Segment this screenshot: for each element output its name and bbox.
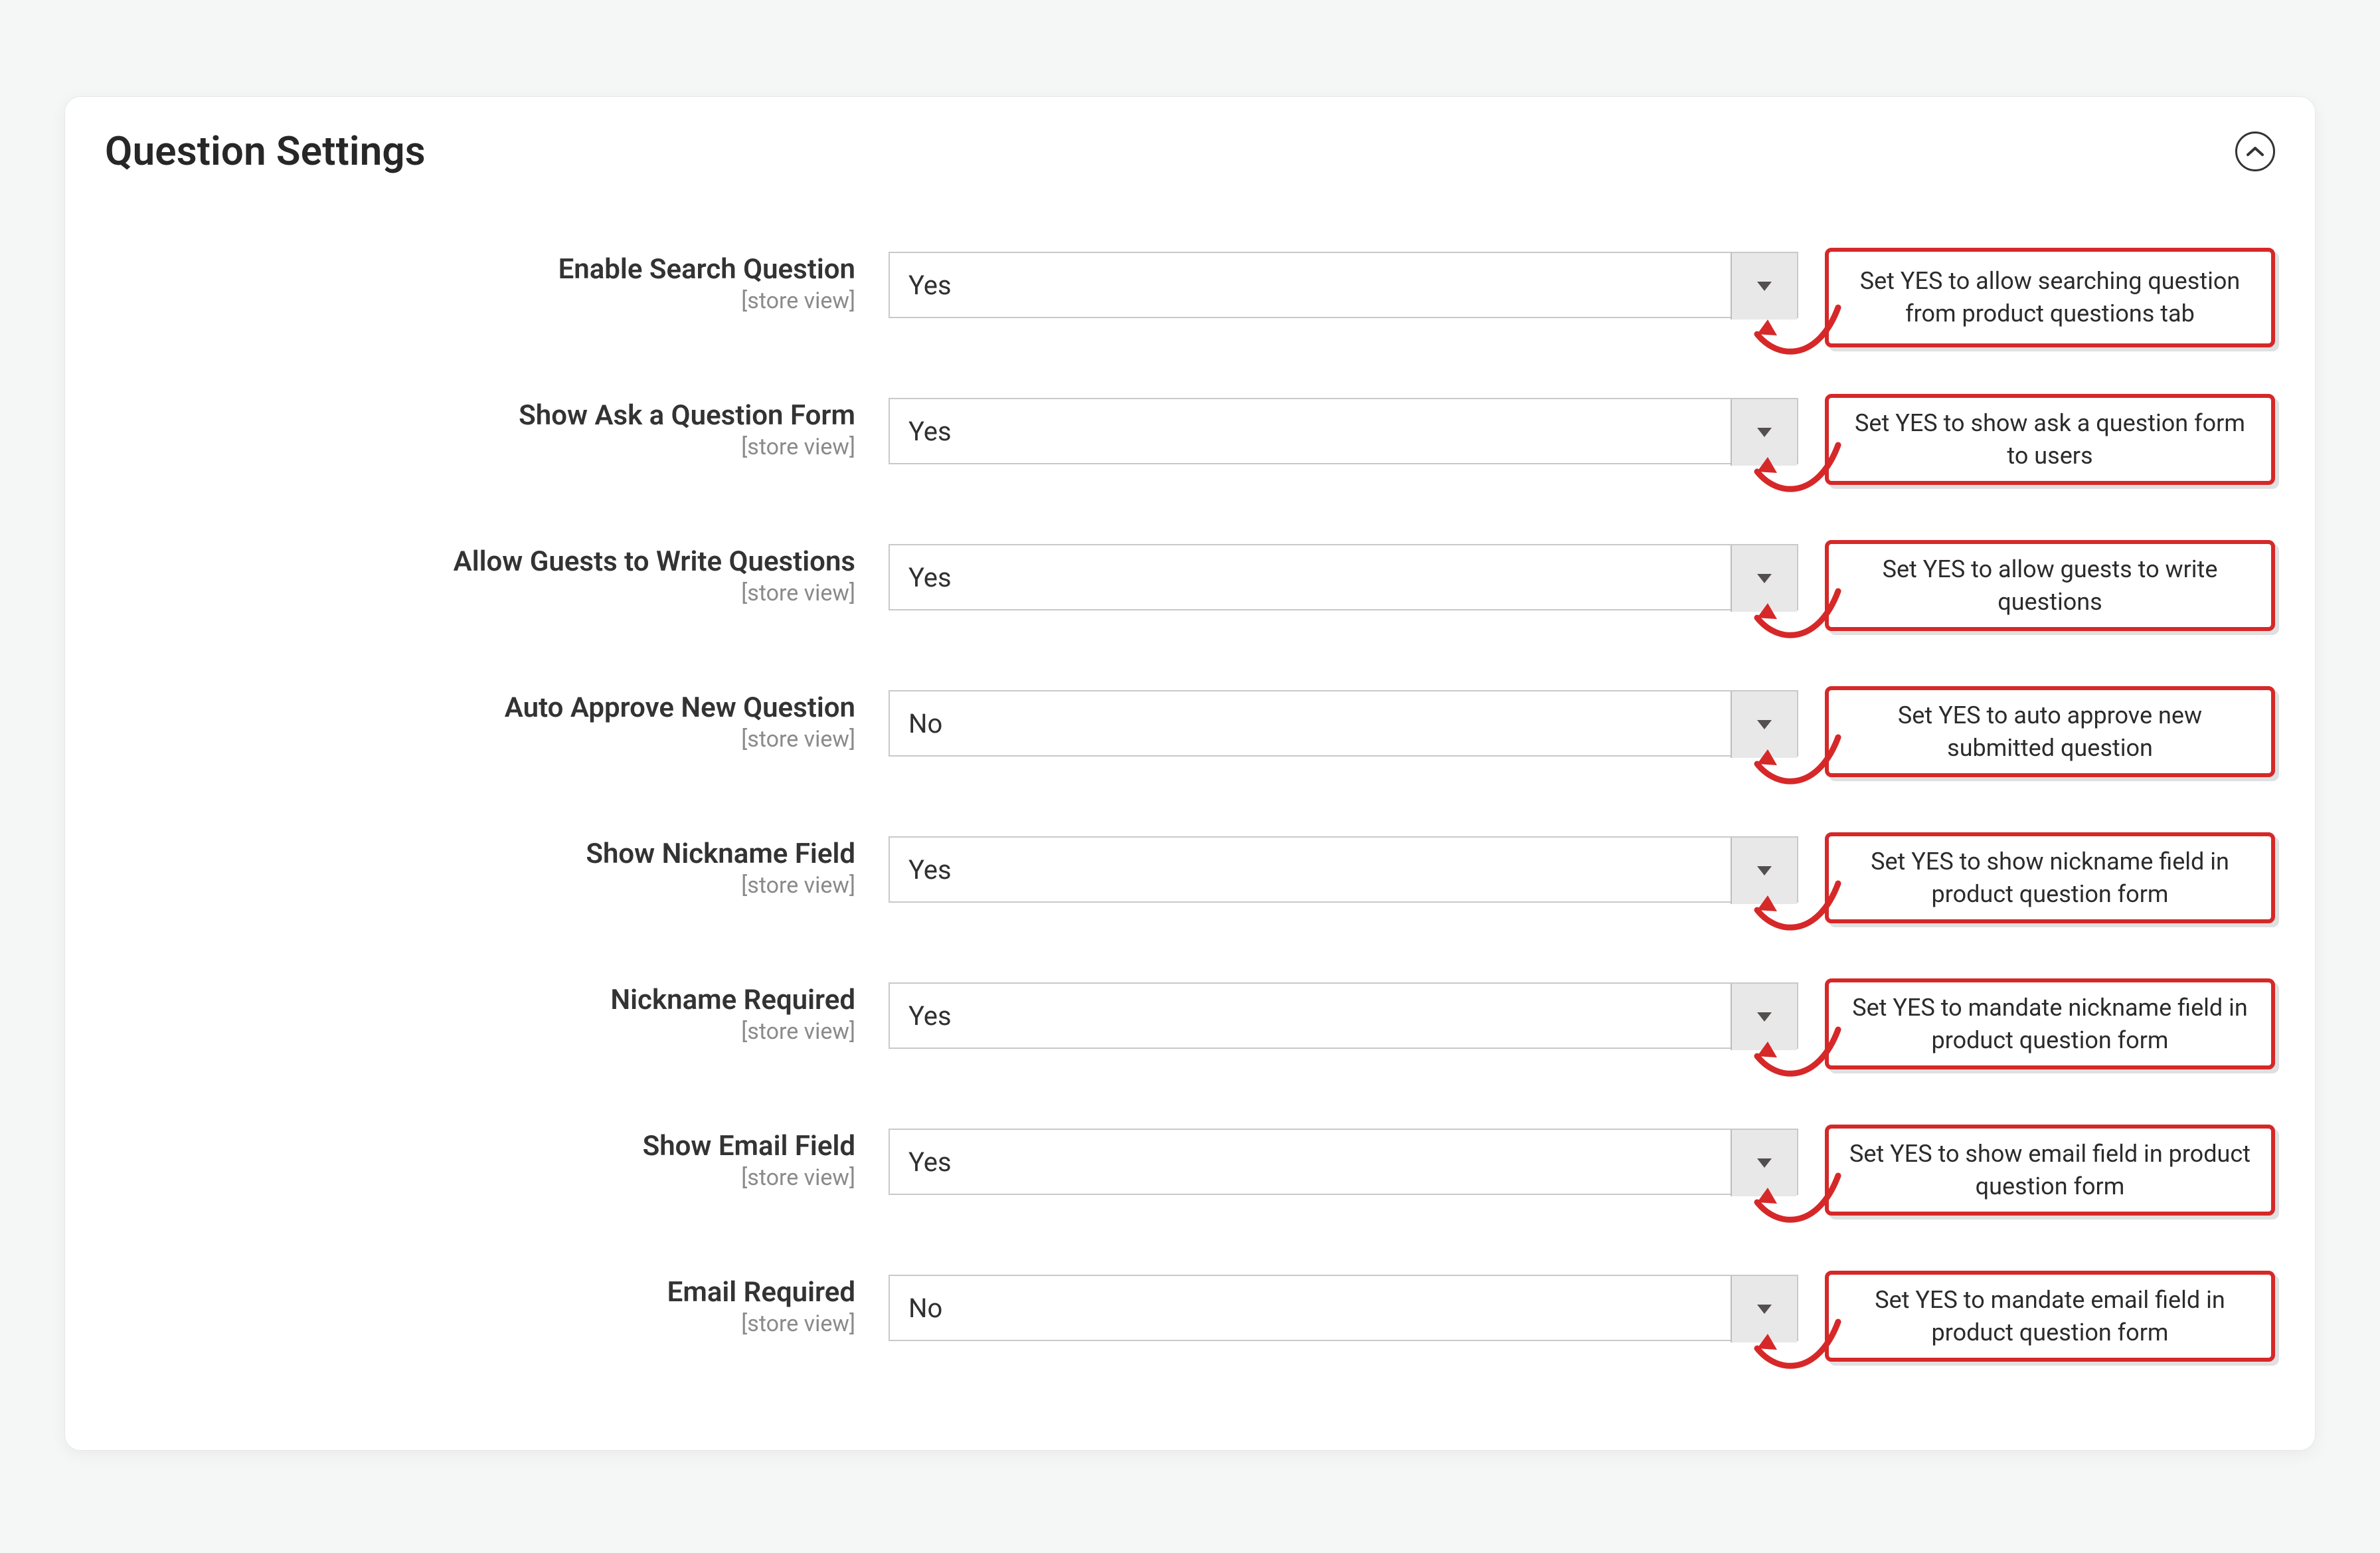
field-label: Show Nickname Field: [105, 838, 855, 871]
annotation-callout: Set YES to show email field in product q…: [1825, 1125, 2275, 1216]
field-scope: [store view]: [105, 1018, 855, 1045]
annotation-cell: Set YES to auto approve new submitted qu…: [1825, 686, 2275, 777]
annotation-callout: Set YES to allow searching question from…: [1825, 248, 2275, 347]
select-value: No: [908, 1293, 942, 1324]
select-show-email[interactable]: Yes: [889, 1129, 1798, 1195]
setting-row-email-required: Email Required [store view] No Set YES t…: [105, 1271, 2275, 1397]
annotation-arrow-icon: [1739, 288, 1845, 367]
field-scope: [store view]: [105, 1311, 855, 1337]
setting-row-auto-approve: Auto Approve New Question [store view] N…: [105, 686, 2275, 832]
field-label: Enable Search Question: [105, 253, 855, 286]
select-email-required[interactable]: No: [889, 1275, 1798, 1341]
field-label: Show Email Field: [105, 1130, 855, 1163]
annotation-text: Set YES to show email field in product q…: [1849, 1140, 2251, 1200]
field-scope: [store view]: [105, 872, 855, 899]
field-label-cell: Auto Approve New Question [store view]: [105, 686, 862, 753]
setting-row-show-nickname: Show Nickname Field [store view] Yes Set…: [105, 832, 2275, 978]
field-label-cell: Enable Search Question [store view]: [105, 248, 862, 314]
field-scope: [store view]: [105, 726, 855, 753]
annotation-arrow-icon: [1739, 1156, 1845, 1235]
select-wrap: Yes: [889, 544, 1798, 610]
setting-row-show-email: Show Email Field [store view] Yes Set YE…: [105, 1125, 2275, 1271]
chevron-up-icon: [2247, 146, 2264, 157]
annotation-callout: Set YES to mandate email field in produc…: [1825, 1271, 2275, 1362]
annotation-text: Set YES to auto approve new submitted qu…: [1898, 701, 2202, 762]
collapse-button[interactable]: [2235, 132, 2275, 171]
annotation-text: Set YES to show ask a question form to u…: [1855, 409, 2245, 470]
select-allow-guests[interactable]: Yes: [889, 544, 1798, 610]
select-wrap: Yes: [889, 252, 1798, 318]
field-label: Email Required: [105, 1276, 855, 1309]
settings-rows: Enable Search Question [store view] Yes …: [105, 248, 2275, 1397]
setting-row-allow-guests: Allow Guests to Write Questions [store v…: [105, 540, 2275, 686]
field-scope: [store view]: [105, 580, 855, 606]
field-scope: [store view]: [105, 434, 855, 460]
annotation-arrow-icon: [1739, 864, 1845, 943]
select-wrap: No: [889, 1275, 1798, 1341]
field-label-cell: Show Ask a Question Form [store view]: [105, 394, 862, 460]
select-show-ask-form[interactable]: Yes: [889, 398, 1798, 464]
select-wrap: Yes: [889, 836, 1798, 903]
field-label-cell: Show Email Field [store view]: [105, 1125, 862, 1191]
select-enable-search-question[interactable]: Yes: [889, 252, 1798, 318]
select-show-nickname[interactable]: Yes: [889, 836, 1798, 903]
field-label-cell: Show Nickname Field [store view]: [105, 832, 862, 899]
field-label: Auto Approve New Question: [105, 691, 855, 725]
annotation-cell: Set YES to allow guests to write questio…: [1825, 540, 2275, 631]
select-wrap: No: [889, 690, 1798, 757]
select-auto-approve[interactable]: No: [889, 690, 1798, 757]
field-label-cell: Nickname Required [store view]: [105, 978, 862, 1045]
annotation-arrow-icon: [1739, 717, 1845, 797]
annotation-cell: Set YES to show nickname field in produc…: [1825, 832, 2275, 923]
annotation-arrow-icon: [1739, 571, 1845, 651]
annotation-cell: Set YES to mandate email field in produc…: [1825, 1271, 2275, 1362]
select-value: Yes: [908, 1000, 952, 1032]
field-label: Show Ask a Question Form: [105, 399, 855, 432]
select-value: No: [908, 708, 942, 739]
annotation-text: Set YES to allow guests to write questio…: [1883, 555, 2218, 616]
panel-header: Question Settings: [105, 128, 2275, 175]
annotation-callout: Set YES to allow guests to write questio…: [1825, 540, 2275, 631]
annotation-callout: Set YES to mandate nickname field in pro…: [1825, 978, 2275, 1069]
annotation-cell: Set YES to mandate nickname field in pro…: [1825, 978, 2275, 1069]
annotation-cell: Set YES to show ask a question form to u…: [1825, 394, 2275, 485]
field-label-cell: Allow Guests to Write Questions [store v…: [105, 540, 862, 606]
annotation-text: Set YES to mandate email field in produc…: [1875, 1286, 2225, 1346]
app-canvas: Question Settings Enable Search Question…: [0, 0, 2380, 1553]
select-value: Yes: [908, 1146, 952, 1178]
field-label: Nickname Required: [105, 984, 855, 1017]
annotation-callout: Set YES to auto approve new submitted qu…: [1825, 686, 2275, 777]
select-wrap: Yes: [889, 398, 1798, 464]
annotation-cell: Set YES to allow searching question from…: [1825, 248, 2275, 347]
select-wrap: Yes: [889, 1129, 1798, 1195]
annotation-text: Set YES to allow searching question from…: [1847, 265, 2252, 329]
annotation-arrow-icon: [1739, 1010, 1845, 1089]
select-value: Yes: [908, 270, 952, 301]
annotation-callout: Set YES to show nickname field in produc…: [1825, 832, 2275, 923]
annotation-arrow-icon: [1739, 425, 1845, 505]
setting-row-nickname-required: Nickname Required [store view] Yes Set Y…: [105, 978, 2275, 1125]
annotation-text: Set YES to mandate nickname field in pro…: [1852, 994, 2248, 1054]
select-nickname-required[interactable]: Yes: [889, 982, 1798, 1049]
setting-row-show-ask-form: Show Ask a Question Form [store view] Ye…: [105, 394, 2275, 540]
question-settings-panel: Question Settings Enable Search Question…: [64, 96, 2316, 1451]
field-label-cell: Email Required [store view]: [105, 1271, 862, 1337]
select-value: Yes: [908, 416, 952, 447]
field-scope: [store view]: [105, 288, 855, 314]
field-scope: [store view]: [105, 1164, 855, 1191]
select-wrap: Yes: [889, 982, 1798, 1049]
select-value: Yes: [908, 562, 952, 593]
annotation-cell: Set YES to show email field in product q…: [1825, 1125, 2275, 1216]
select-value: Yes: [908, 854, 952, 885]
annotation-callout: Set YES to show ask a question form to u…: [1825, 394, 2275, 485]
field-label: Allow Guests to Write Questions: [105, 545, 855, 579]
panel-title: Question Settings: [105, 128, 426, 175]
setting-row-enable-search-question: Enable Search Question [store view] Yes …: [105, 248, 2275, 394]
annotation-arrow-icon: [1739, 1302, 1845, 1382]
annotation-text: Set YES to show nickname field in produc…: [1871, 848, 2229, 908]
